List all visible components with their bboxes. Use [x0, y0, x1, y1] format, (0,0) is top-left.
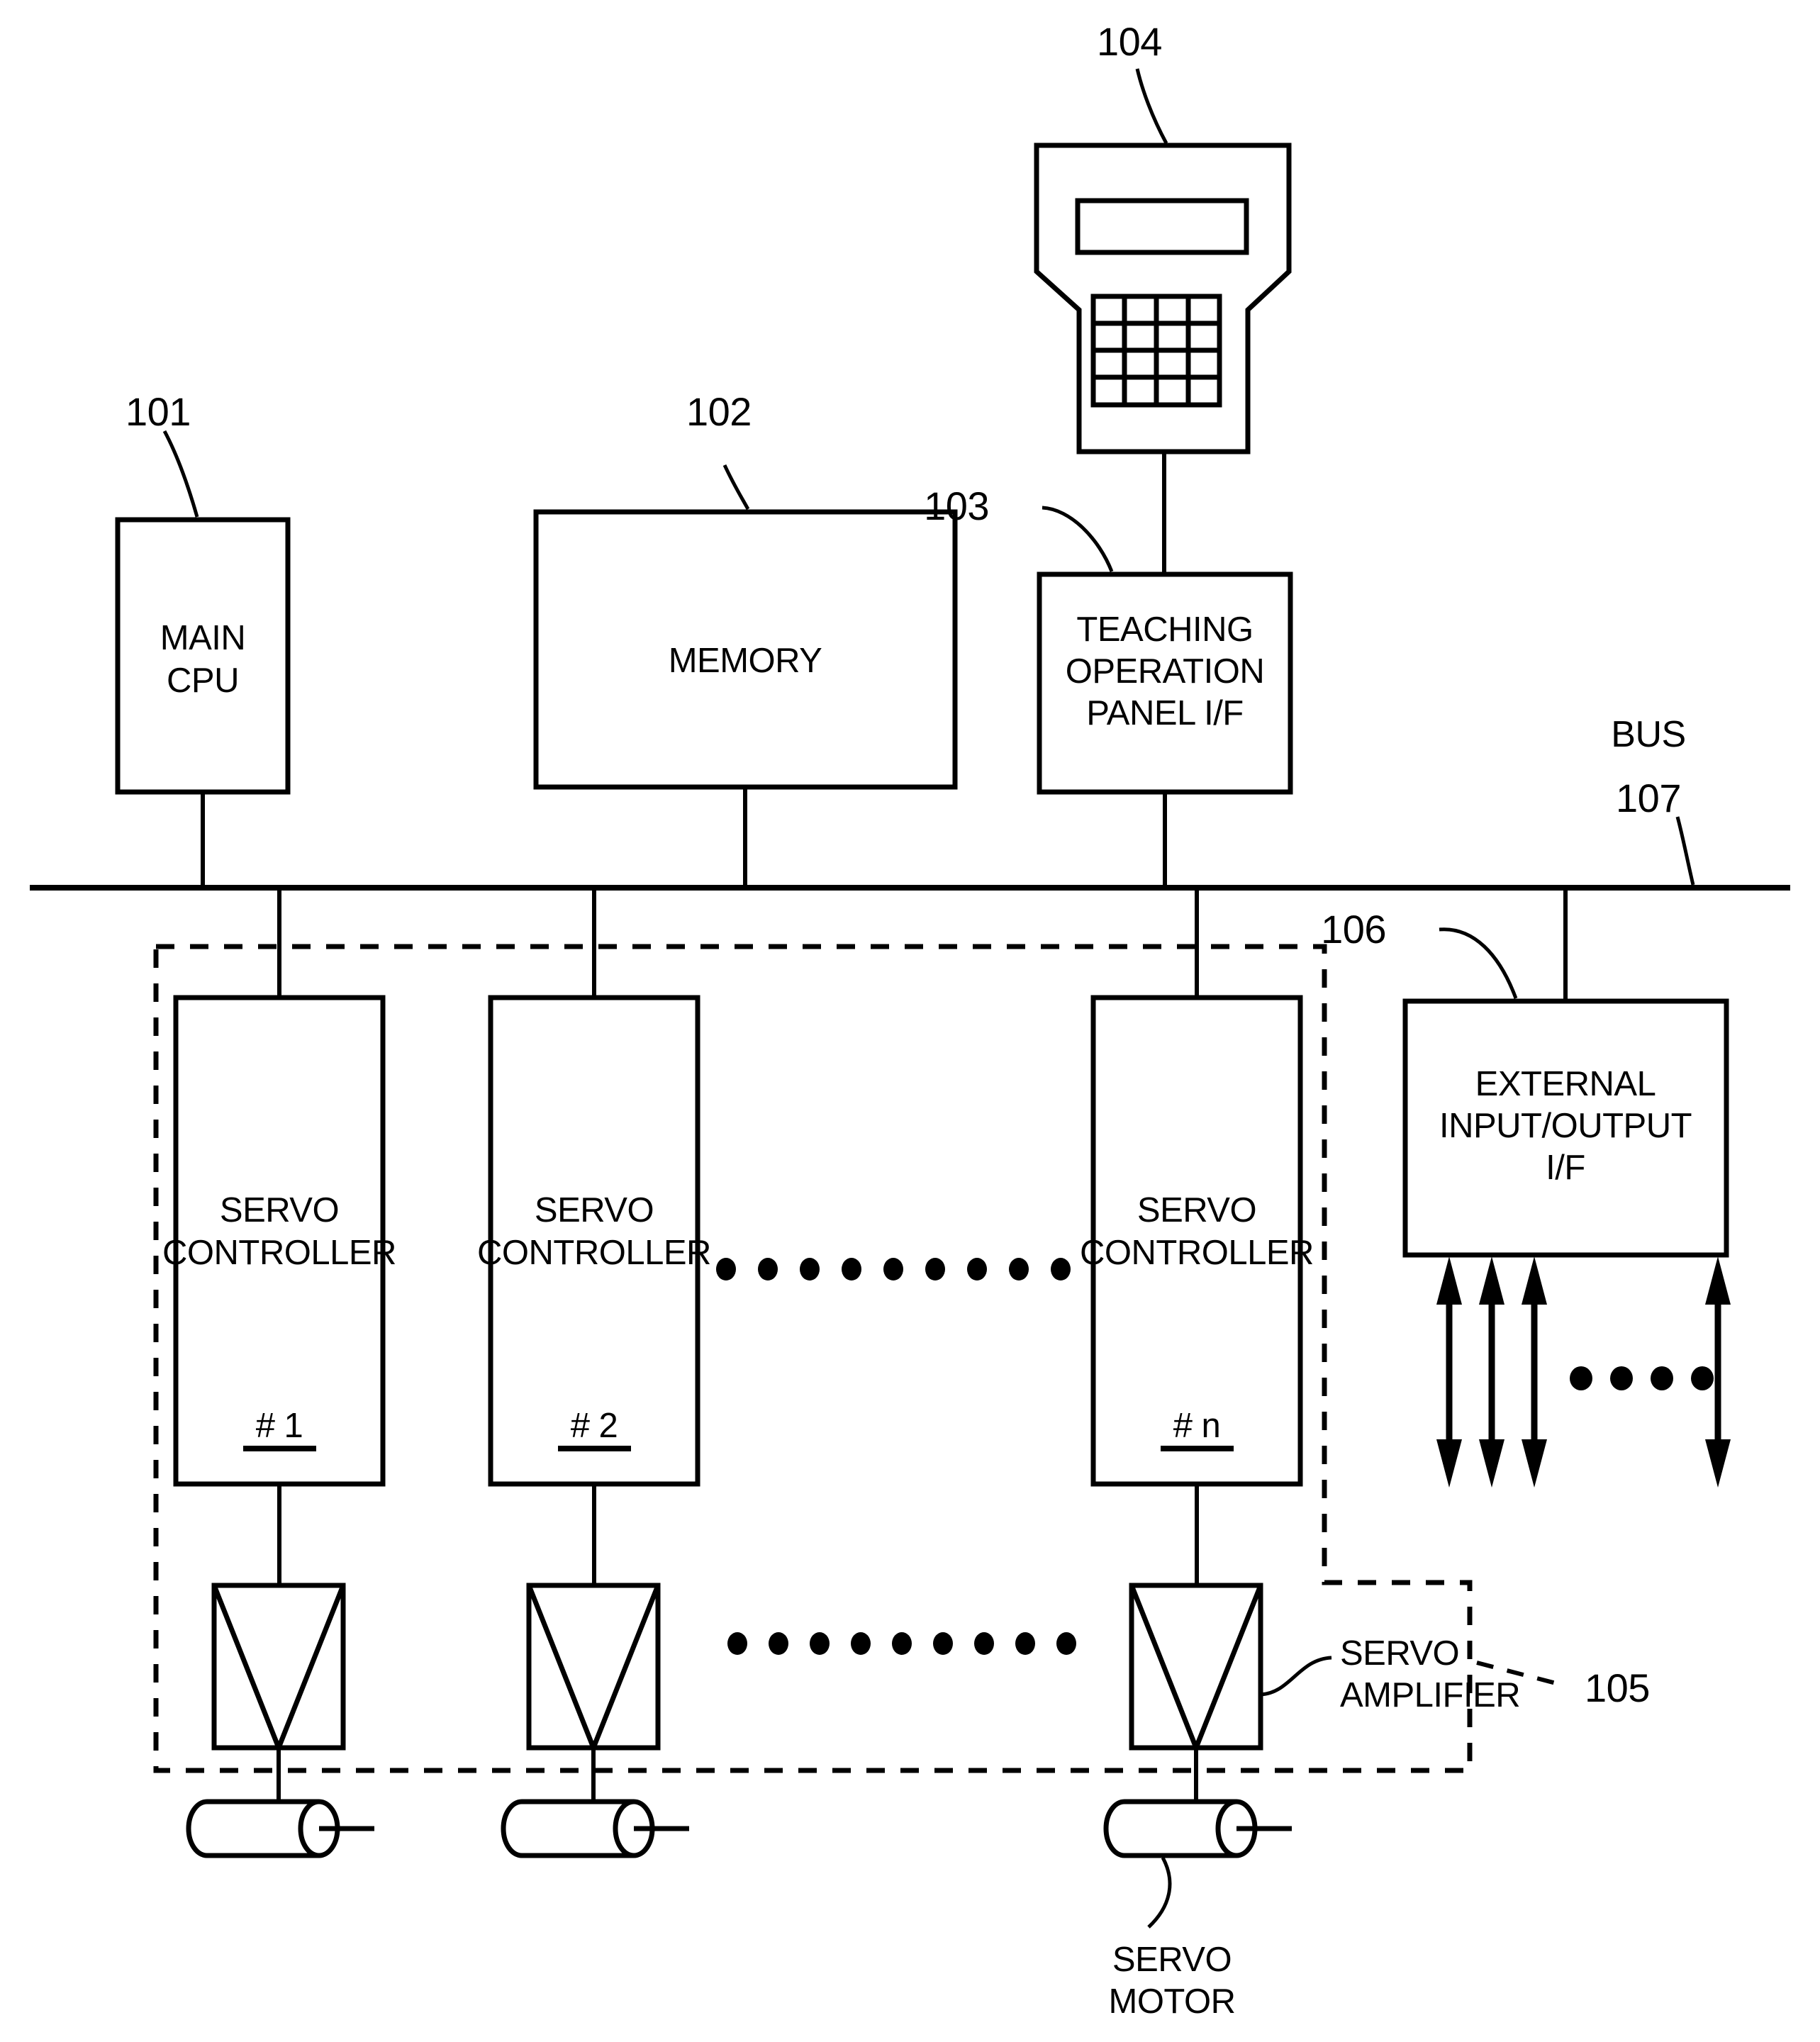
dot	[769, 1632, 788, 1655]
dot	[810, 1632, 830, 1655]
sc2-label-line1: SERVO	[535, 1191, 654, 1229]
patent-figure-page: 104 MAIN CPU 101 MEMORY 102 TEACHING OPE…	[0, 0, 1820, 2042]
teaching-operation-panel-if-block: TEACHING OPERATION PANEL I/F 103	[924, 484, 1293, 888]
amp2-box	[526, 1583, 661, 1751]
ampn-triangle	[1129, 1584, 1263, 1755]
servo-amplifier-label-line1: SERVO	[1340, 1634, 1459, 1673]
teaching-pendant-display	[1075, 198, 1249, 255]
dot	[1015, 1632, 1035, 1655]
dot	[1651, 1366, 1673, 1390]
teaching-panel-if-label-line1: TEACHING	[1076, 610, 1253, 649]
arrow-down-icon	[1705, 1439, 1731, 1488]
servo-motor-label-line2: MOTOR	[1109, 1982, 1236, 2021]
servo-motor-2	[501, 1799, 689, 1858]
main-cpu-block: MAIN CPU 101	[115, 389, 291, 888]
external-io-label-line3: I/F	[1546, 1149, 1585, 1187]
servo-motor-n: SERVO MOTOR	[1103, 1799, 1292, 2021]
io-row-ellipsis	[1570, 1366, 1714, 1390]
arrow-down-icon	[1479, 1439, 1504, 1488]
servo-amplifier-leader	[1260, 1656, 1332, 1697]
bus-line-group: BUS 107	[30, 714, 1790, 891]
dot	[933, 1632, 953, 1655]
teaching-pendant: 104	[1034, 19, 1292, 576]
ref-105-label: 105	[1585, 1666, 1650, 1710]
dot	[1056, 1632, 1076, 1655]
block-diagram-canvas: 104 MAIN CPU 101 MEMORY 102 TEACHING OPE…	[30, 19, 1790, 2021]
dot	[967, 1258, 987, 1281]
bus-label: BUS	[1611, 714, 1685, 755]
scn-label-line1: SERVO	[1137, 1191, 1256, 1229]
dot	[758, 1258, 778, 1281]
external-io-arrows	[1436, 1256, 1731, 1488]
arrow-up-icon	[1705, 1256, 1731, 1305]
main-cpu-label-line1: MAIN	[160, 619, 246, 657]
ref-106-leader	[1439, 927, 1518, 999]
dot	[842, 1258, 861, 1281]
memory-block: MEMORY 102	[533, 389, 958, 888]
ref-103-label: 103	[924, 484, 989, 528]
main-cpu-label-line2: CPU	[167, 662, 239, 700]
servo-controller-n: SERVO CONTROLLER # n	[1080, 888, 1314, 1585]
teaching-panel-if-label-line3: PANEL I/F	[1086, 694, 1244, 732]
ref-106-label: 106	[1321, 907, 1386, 952]
servo-motor-leader	[1147, 1856, 1172, 1929]
dot	[892, 1632, 912, 1655]
controller-row-ellipsis	[716, 1258, 1071, 1281]
amp1-triangle	[211, 1584, 346, 1755]
scn-index-label: # n	[1173, 1407, 1221, 1445]
sc2-label-line2: CONTROLLER	[477, 1234, 711, 1272]
dot	[1009, 1258, 1029, 1281]
scn-label-line2: CONTROLLER	[1080, 1234, 1314, 1272]
ampn-box	[1129, 1583, 1263, 1751]
sc2-index-label: # 2	[571, 1407, 618, 1445]
dot	[716, 1258, 736, 1281]
external-io-if-block: EXTERNAL INPUT/OUTPUT I/F 106	[1321, 888, 1729, 1258]
memory-label: MEMORY	[669, 642, 822, 680]
external-io-label-line1: EXTERNAL	[1475, 1065, 1656, 1103]
dot	[1691, 1366, 1714, 1390]
amp2-triangle	[526, 1584, 661, 1755]
ref-101-leader	[162, 430, 199, 518]
arrow-up-icon	[1479, 1256, 1504, 1305]
amp1-box	[211, 1583, 346, 1751]
arrow-down-icon	[1436, 1439, 1462, 1488]
ref-104-leader	[1135, 68, 1168, 145]
sc1-label-line1: SERVO	[220, 1191, 339, 1229]
sc1-index-label: # 1	[256, 1407, 303, 1445]
dot	[727, 1632, 747, 1655]
sc1-label-line2: CONTROLLER	[162, 1234, 396, 1272]
dot	[1051, 1258, 1071, 1281]
servo-motor-1	[186, 1799, 374, 1858]
ref-104-label: 104	[1097, 19, 1162, 64]
io-arrow	[1479, 1256, 1504, 1488]
servo-controller-2: SERVO CONTROLLER # 2	[477, 888, 711, 1585]
amplifier-row-ellipsis	[727, 1632, 1076, 1655]
io-arrow	[1522, 1256, 1547, 1488]
external-io-label-line2: INPUT/OUTPUT	[1439, 1107, 1692, 1145]
dot	[974, 1632, 994, 1655]
teaching-panel-if-label-line2: OPERATION	[1066, 652, 1264, 691]
dot	[1570, 1366, 1592, 1390]
ref-102-leader	[722, 464, 750, 510]
arrow-down-icon	[1522, 1439, 1547, 1488]
servo-amplifier-label-line2: AMPLIFIER	[1340, 1676, 1520, 1714]
io-arrow	[1436, 1256, 1462, 1488]
arrow-up-icon	[1436, 1256, 1462, 1305]
ref-107-label: 107	[1616, 776, 1681, 820]
ref-103-leader	[1042, 506, 1114, 572]
ref-101-label: 101	[125, 389, 191, 434]
dot	[883, 1258, 903, 1281]
dot	[851, 1632, 871, 1655]
ref-102-label: 102	[686, 389, 752, 434]
servo-controller-1: SERVO CONTROLLER # 1	[162, 888, 396, 1585]
dot	[800, 1258, 820, 1281]
arrow-up-icon	[1522, 1256, 1547, 1305]
teaching-pendant-keypad	[1090, 294, 1222, 408]
dot	[1610, 1366, 1633, 1390]
ref-107-leader	[1675, 816, 1695, 886]
dot	[925, 1258, 945, 1281]
servo-motor-label-line1: SERVO	[1112, 1941, 1232, 1979]
